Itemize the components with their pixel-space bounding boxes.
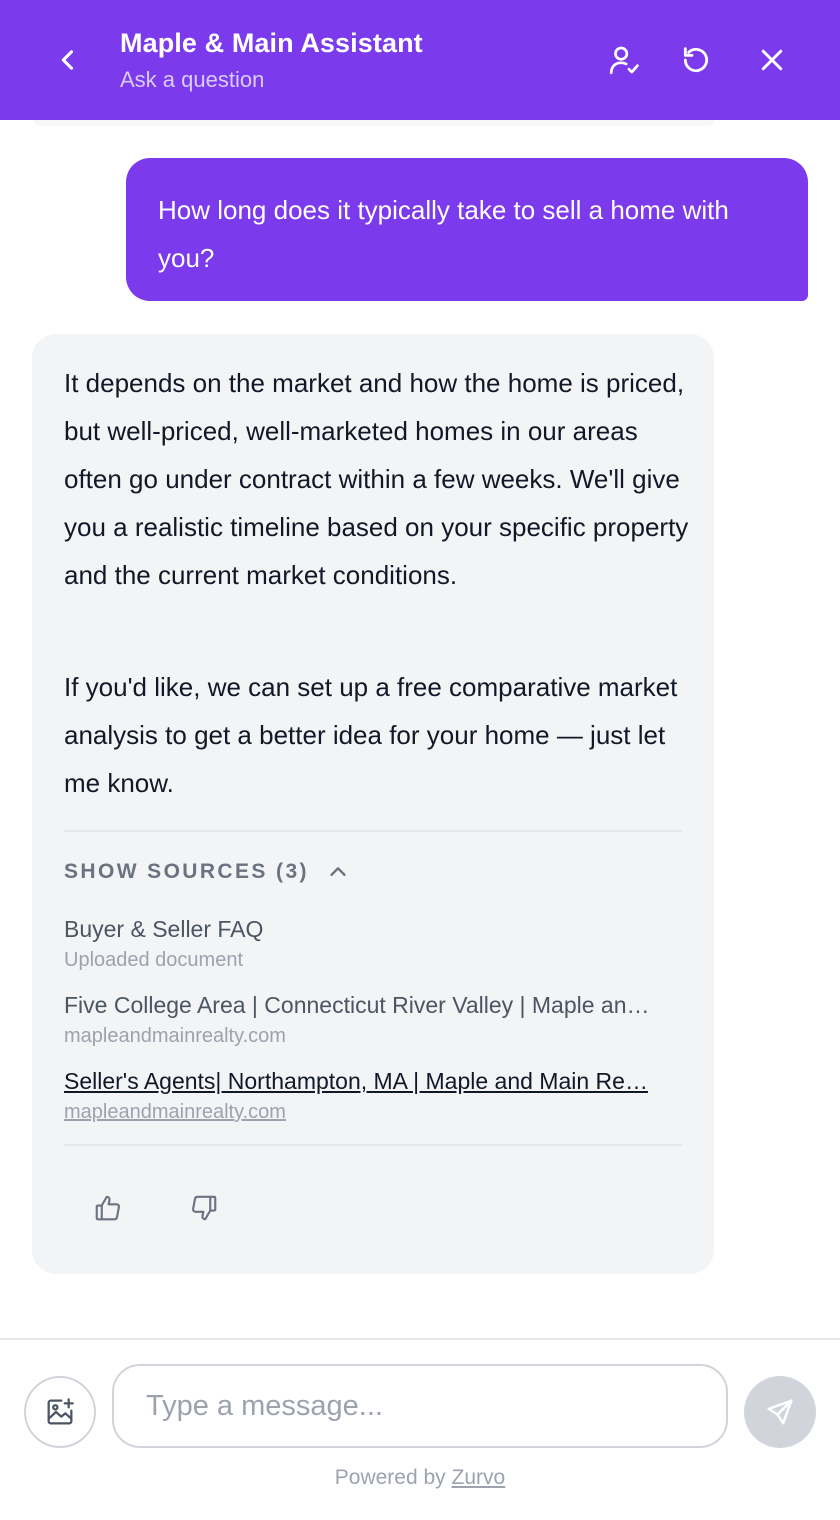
- image-add-icon: [47, 1398, 74, 1425]
- divider: [64, 1144, 682, 1146]
- user-check-icon: [609, 46, 639, 75]
- talk-to-agent-button[interactable]: [604, 40, 644, 80]
- divider: [64, 830, 682, 832]
- header-subtitle: Ask a question: [120, 67, 265, 92]
- send-button[interactable]: [744, 1376, 816, 1448]
- previous-message-edge: [34, 120, 714, 126]
- source-meta[interactable]: mapleandmainrealty.com: [64, 1098, 682, 1126]
- user-message-bubble: How long does it typically take to sell …: [126, 158, 808, 301]
- close-button[interactable]: [752, 40, 792, 80]
- powered-by-link[interactable]: Zurvo: [452, 1466, 506, 1489]
- back-button[interactable]: [48, 40, 88, 80]
- header-title: Maple & Main Assistant: [120, 28, 423, 58]
- show-sources-toggle[interactable]: SHOW SOURCES (3): [64, 856, 349, 888]
- thumbs-up-icon: [95, 1195, 120, 1221]
- source-meta: Uploaded document: [64, 949, 244, 971]
- close-icon: [761, 49, 783, 71]
- chat-header: Maple & Main Assistant Ask a question: [0, 0, 840, 120]
- source-link[interactable]: Seller's Agents| Northampton, MA | Maple…: [64, 1066, 682, 1126]
- attach-image-button[interactable]: [24, 1376, 96, 1448]
- chevron-left-icon: [61, 50, 74, 70]
- footer-divider: [0, 1338, 840, 1340]
- source-name: Buyer & Seller FAQ: [64, 916, 264, 942]
- powered-by: Powered by Zurvo: [0, 1466, 840, 1490]
- thumbs-down-button[interactable]: [182, 1186, 226, 1230]
- message-input[interactable]: [112, 1364, 728, 1448]
- source-item: Five College Area | Connecticut River Va…: [64, 990, 682, 1050]
- assistant-paragraph: If you'd like, we can set up a free comp…: [64, 672, 678, 798]
- powered-by-prefix: Powered by: [334, 1466, 452, 1489]
- sources-toggle-label: SHOW SOURCES (3): [64, 860, 309, 883]
- assistant-message-bubble: It depends on the market and how the hom…: [32, 334, 714, 1274]
- send-icon: [767, 1399, 793, 1425]
- source-name: Five College Area | Connecticut River Va…: [64, 992, 650, 1018]
- chevron-up-icon: [330, 867, 346, 876]
- source-meta: mapleandmainrealty.com: [64, 1025, 286, 1047]
- thumbs-up-button[interactable]: [86, 1186, 130, 1230]
- source-item: Buyer & Seller FAQ Uploaded document: [64, 914, 682, 974]
- refresh-icon: [683, 47, 709, 73]
- assistant-paragraph: It depends on the market and how the hom…: [64, 368, 689, 590]
- thumbs-down-icon: [192, 1195, 217, 1221]
- source-name[interactable]: Seller's Agents| Northampton, MA | Maple…: [64, 1066, 682, 1096]
- restart-chat-button[interactable]: [676, 40, 716, 80]
